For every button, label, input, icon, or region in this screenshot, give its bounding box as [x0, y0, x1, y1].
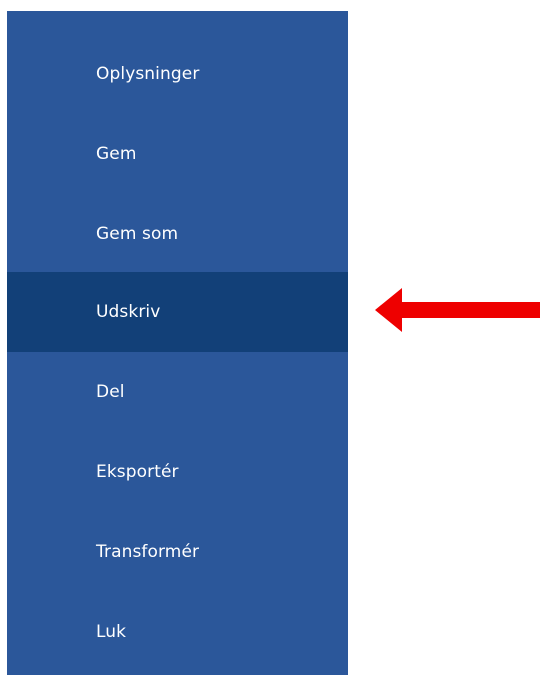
menu-item-transform[interactable]: Transformér	[7, 512, 348, 592]
menu-item-close[interactable]: Luk	[7, 592, 348, 672]
menu-item-label: Gem	[96, 144, 137, 164]
menu-item-print[interactable]: Udskriv	[7, 272, 348, 352]
menu-item-label: Eksportér	[96, 462, 179, 482]
menu-item-label: Oplysninger	[96, 64, 200, 84]
left-arrow-icon	[375, 288, 540, 332]
menu-item-label: Transformér	[96, 542, 200, 562]
menu-item-label: Udskriv	[96, 302, 161, 322]
screenshot-canvas: Oplysninger Gem Gem som Udskriv Del Eksp…	[0, 0, 541, 678]
menu-item-info[interactable]: Oplysninger	[7, 34, 348, 114]
menu-item-save-as[interactable]: Gem som	[7, 194, 348, 274]
menu-item-share[interactable]: Del	[7, 352, 348, 432]
menu-item-label: Luk	[96, 622, 127, 642]
menu-item-export[interactable]: Eksportér	[7, 432, 348, 512]
file-backstage-menu: Oplysninger Gem Gem som Udskriv Del Eksp…	[7, 11, 348, 675]
menu-item-label: Gem som	[96, 224, 179, 244]
menu-item-save[interactable]: Gem	[7, 114, 348, 194]
menu-item-label: Del	[96, 382, 125, 402]
